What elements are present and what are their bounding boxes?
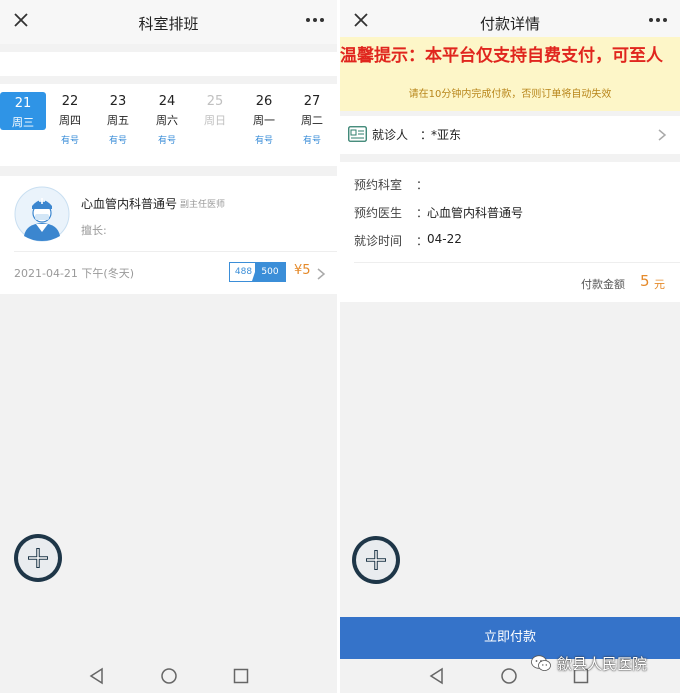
schedule-date: 2021-04-21 下午(冬天) xyxy=(14,267,135,280)
date-tab[interactable]: 21 周三 xyxy=(0,92,46,130)
nav-back-icon[interactable] xyxy=(428,667,446,685)
more-icon[interactable] xyxy=(305,10,325,30)
top-bar: 科室排班 xyxy=(0,0,337,44)
notice-title: 温馨提示：本平台仅支持自费支付，可至人 xyxy=(340,46,663,66)
nav-home-icon[interactable] xyxy=(160,667,178,685)
availability-label: 有号 xyxy=(108,136,127,146)
plus-icon xyxy=(28,548,48,568)
schedule-screen: 科室排班 21 周三 22 周四 有号 23 周五 有号 24 周六 有号 25… xyxy=(0,0,337,693)
payment-screen: 付款详情 温馨提示：本平台仅支持自费支付，可至人 请在10分钟内完成付款，否则订… xyxy=(340,0,680,693)
page-title: 科室排班 xyxy=(138,15,199,33)
date-tab[interactable]: 23 周五 有号 xyxy=(95,90,141,154)
availability-label: 有号 xyxy=(254,136,273,146)
system-nav-bar xyxy=(0,659,337,693)
doctor-rank: 副主任医师 xyxy=(180,200,226,210)
patient-selector[interactable]: 就诊人 ： *亚东 xyxy=(340,116,680,154)
availability-label: 有号 xyxy=(302,136,321,146)
add-button[interactable] xyxy=(14,534,62,582)
id-card-icon xyxy=(348,126,367,142)
more-icon[interactable] xyxy=(648,10,668,30)
chevron-right-icon xyxy=(317,268,326,280)
appointment-info: 预约科室 ： 预约医生 ： 心血管内科普通号 就诊时间 ： 04-22 付款金额… xyxy=(340,162,680,302)
nav-back-icon[interactable] xyxy=(88,667,106,685)
doctor-avatar xyxy=(14,186,70,242)
patient-label: 就诊人 xyxy=(372,128,409,142)
date-tab[interactable]: 25 周日 xyxy=(192,90,238,154)
watermark: 歙县人民医院 xyxy=(530,650,675,676)
nav-home-icon[interactable] xyxy=(500,667,518,685)
price: ¥5 xyxy=(294,263,311,278)
plus-icon xyxy=(366,550,386,570)
doctor-card[interactable]: 心血管内科普通号 副主任医师 擅长: 2021-04-21 下午(冬天) 488… xyxy=(0,176,337,294)
payment-amount-label: 付款金额 xyxy=(581,278,625,291)
date-tab[interactable]: 24 周六 有号 xyxy=(144,90,190,154)
doctor-name: 心血管内科普通号 xyxy=(81,197,178,211)
date-tab[interactable]: 22 周四 有号 xyxy=(47,90,93,154)
quota-badge: 488 500 xyxy=(229,262,286,282)
notice-subtitle: 请在10分钟内完成付款，否则订单将自动失效 xyxy=(408,89,612,100)
page-title: 付款详情 xyxy=(479,15,540,33)
patient-name: *亚东 xyxy=(431,128,462,142)
date-tab[interactable]: 26 周一 有号 xyxy=(241,90,287,154)
wechat-icon xyxy=(531,655,551,671)
add-button[interactable] xyxy=(352,536,400,584)
search-strip xyxy=(0,52,337,76)
divider xyxy=(14,251,337,252)
availability-label: 有号 xyxy=(60,136,79,146)
date-selector: 21 周三 22 周四 有号 23 周五 有号 24 周六 有号 25 周日 2… xyxy=(0,84,337,166)
payment-unit: 元 xyxy=(654,278,665,291)
divider xyxy=(354,262,680,263)
watermark-text: 歙县人民医院 xyxy=(557,655,648,673)
chevron-right-icon xyxy=(658,129,667,141)
quota-total: 500 xyxy=(255,263,285,281)
availability-label: 有号 xyxy=(157,136,176,146)
notice-banner: 温馨提示：本平台仅支持自费支付，可至人 请在10分钟内完成付款，否则订单将自动失… xyxy=(340,37,680,111)
date-tab[interactable]: 27 周二 有号 xyxy=(289,90,335,154)
doctor-specialty: 擅长: xyxy=(81,224,107,237)
payment-amount: 5 xyxy=(640,272,650,290)
nav-recent-icon[interactable] xyxy=(232,667,250,685)
